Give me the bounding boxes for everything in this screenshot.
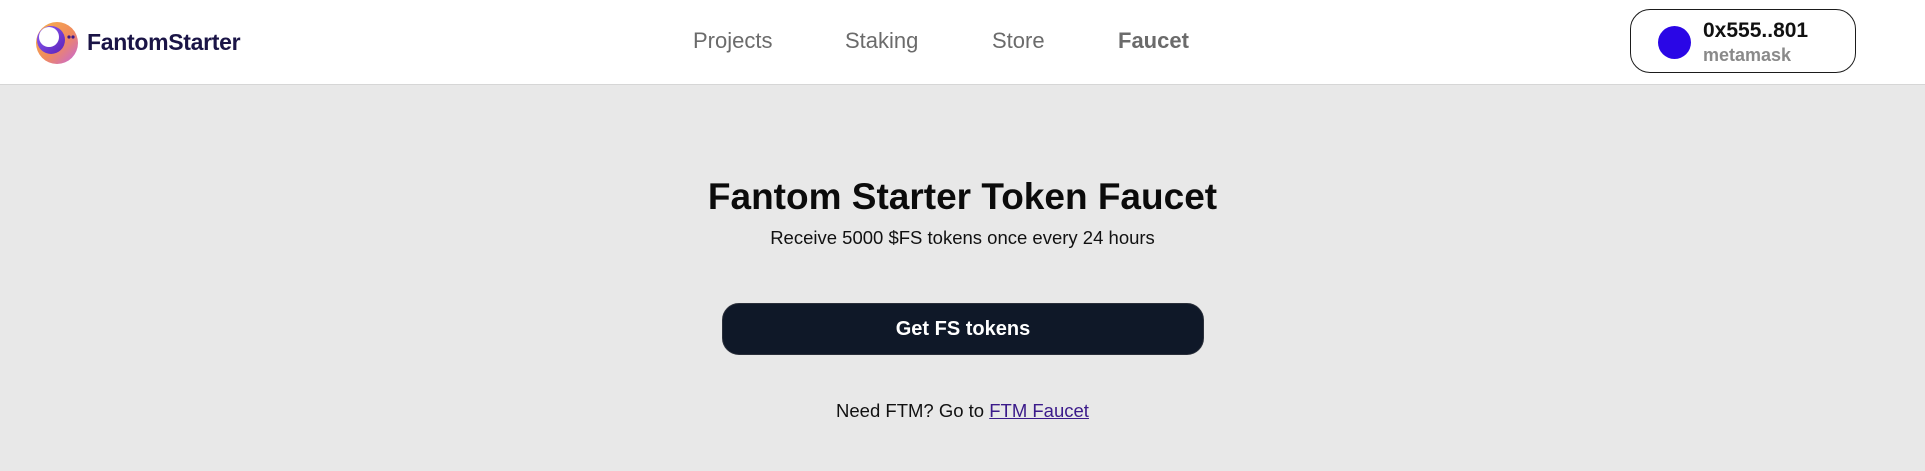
page-title: Fantom Starter Token Faucet [707,176,1218,217]
wallet-button[interactable]: 0x555..801 metamask [1630,9,1856,73]
ftm-faucet-note: Need FTM? Go to FTM Faucet [0,400,1925,422]
top-navigation-bar: FantomStarter Projects Staking Store Fau… [0,0,1925,85]
page-subtitle: Receive 5000 $FS tokens once every 24 ho… [770,227,1155,248]
nav-item-staking[interactable]: Staking [845,28,918,54]
nav-item-store[interactable]: Store [992,28,1045,54]
wallet-address: 0x555..801 [1703,19,1809,42]
nav-item-projects[interactable]: Projects [693,28,772,54]
ftm-faucet-note-text: Need FTM? Go to [836,400,990,421]
wallet-avatar [1658,26,1691,59]
brand-name: FantomStarter [87,28,241,55]
wallet-provider: metamask [1703,45,1792,65]
ftm-faucet-link[interactable]: FTM Faucet [989,400,1089,421]
fantomstarter-logo-icon [33,19,79,65]
faucet-panel: Fantom Starter Token Faucet Receive 5000… [0,86,1925,471]
brand-home-link[interactable]: FantomStarter [33,18,241,66]
nav-item-faucet[interactable]: Faucet [1118,28,1189,54]
get-fs-tokens-button[interactable]: Get FS tokens [722,303,1204,355]
